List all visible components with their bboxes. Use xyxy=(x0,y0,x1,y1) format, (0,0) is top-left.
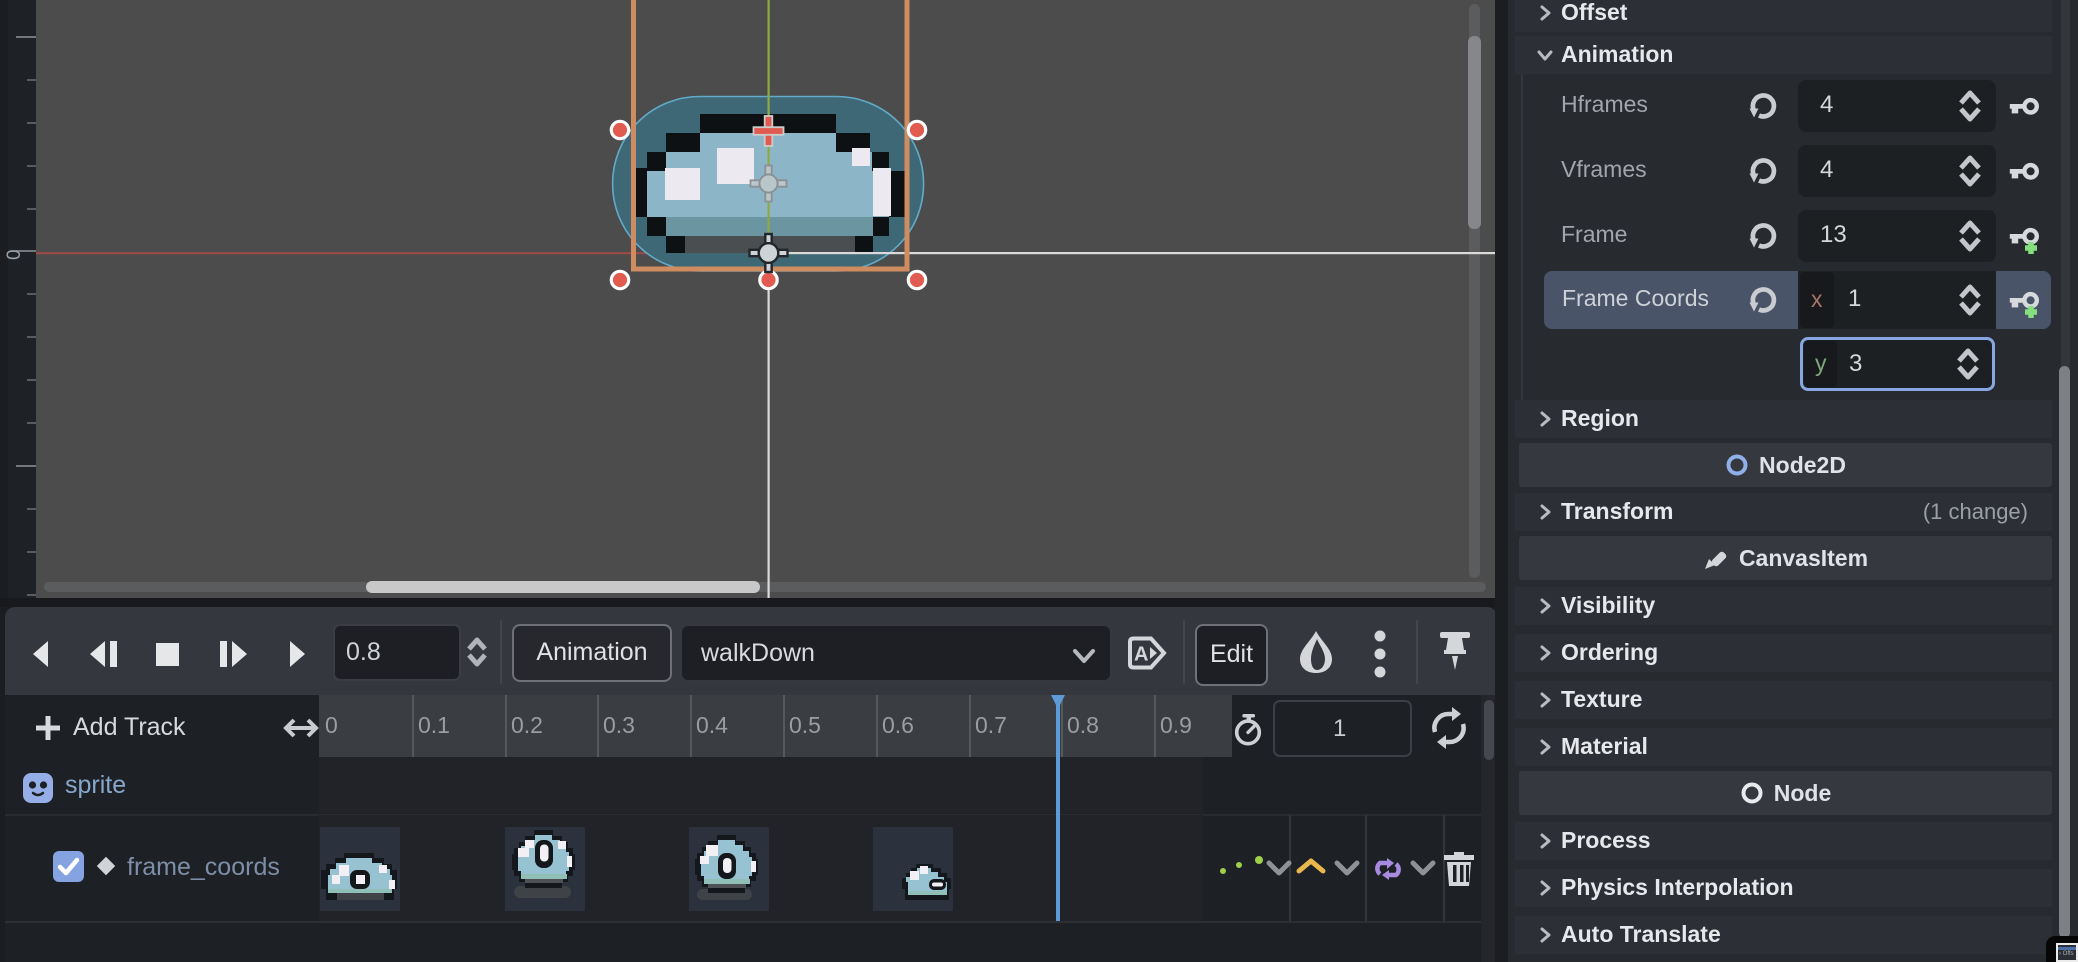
svg-text:A: A xyxy=(1134,644,1148,666)
